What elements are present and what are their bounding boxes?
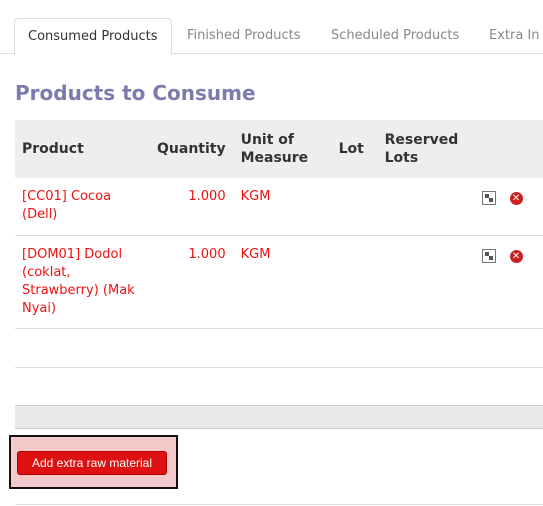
table-header-row: Product Quantity Unit of Measure Lot Res… [15, 120, 543, 178]
tab-scheduled-products[interactable]: Scheduled Products [331, 18, 459, 54]
empty-cell [15, 367, 543, 407]
delete-icon[interactable]: ✕ [509, 250, 523, 263]
split-icon[interactable] [481, 249, 496, 263]
split-icon[interactable] [481, 191, 496, 205]
cell-product[interactable]: [CC01] Cocoa (Dell) [15, 178, 150, 236]
cell-quantity[interactable]: 1.000 [150, 235, 234, 329]
add-extra-raw-material-button[interactable]: Add extra raw material [17, 451, 167, 475]
empty-row [15, 328, 543, 368]
cell-reserved-lots[interactable] [377, 178, 475, 236]
cell-product[interactable]: [DOM01] Dodol (coklat, Strawberry) (Mak … [15, 235, 150, 329]
table-row[interactable]: [DOM01] Dodol (coklat, Strawberry) (Mak … [15, 235, 543, 329]
table-row[interactable]: [CC01] Cocoa (Dell) 1.000 KGM ✕ [15, 178, 543, 236]
cell-actions: ✕ [474, 235, 543, 329]
empty-cell [15, 328, 543, 368]
cell-uom[interactable]: KGM [233, 235, 332, 329]
cell-lot[interactable] [331, 235, 378, 329]
header-reserved-lots[interactable]: Reserved Lots [378, 120, 475, 178]
cell-reserved-lots[interactable] [377, 235, 475, 329]
divider [15, 504, 543, 505]
table-footer-bar [15, 405, 543, 429]
delete-icon[interactable]: ✕ [509, 192, 523, 205]
header-quantity[interactable]: Quantity [150, 120, 234, 178]
tab-bar: Consumed Products Finished Products Sche… [0, 0, 543, 55]
cell-lot[interactable] [331, 178, 378, 236]
header-actions [475, 120, 543, 178]
tab-consumed-products[interactable]: Consumed Products [14, 18, 172, 55]
section-title: Products to Consume [15, 81, 256, 105]
products-table: Product Quantity Unit of Measure Lot Res… [15, 120, 543, 407]
cell-actions: ✕ [474, 178, 543, 236]
tab-finished-products[interactable]: Finished Products [187, 18, 301, 54]
header-lot[interactable]: Lot [332, 120, 378, 178]
tab-extra-info[interactable]: Extra In [489, 18, 540, 54]
header-unit-of-measure[interactable]: Unit of Measure [234, 120, 332, 178]
header-product[interactable]: Product [15, 120, 150, 178]
cell-quantity[interactable]: 1.000 [150, 178, 234, 236]
empty-row [15, 367, 543, 407]
cell-uom[interactable]: KGM [233, 178, 332, 236]
